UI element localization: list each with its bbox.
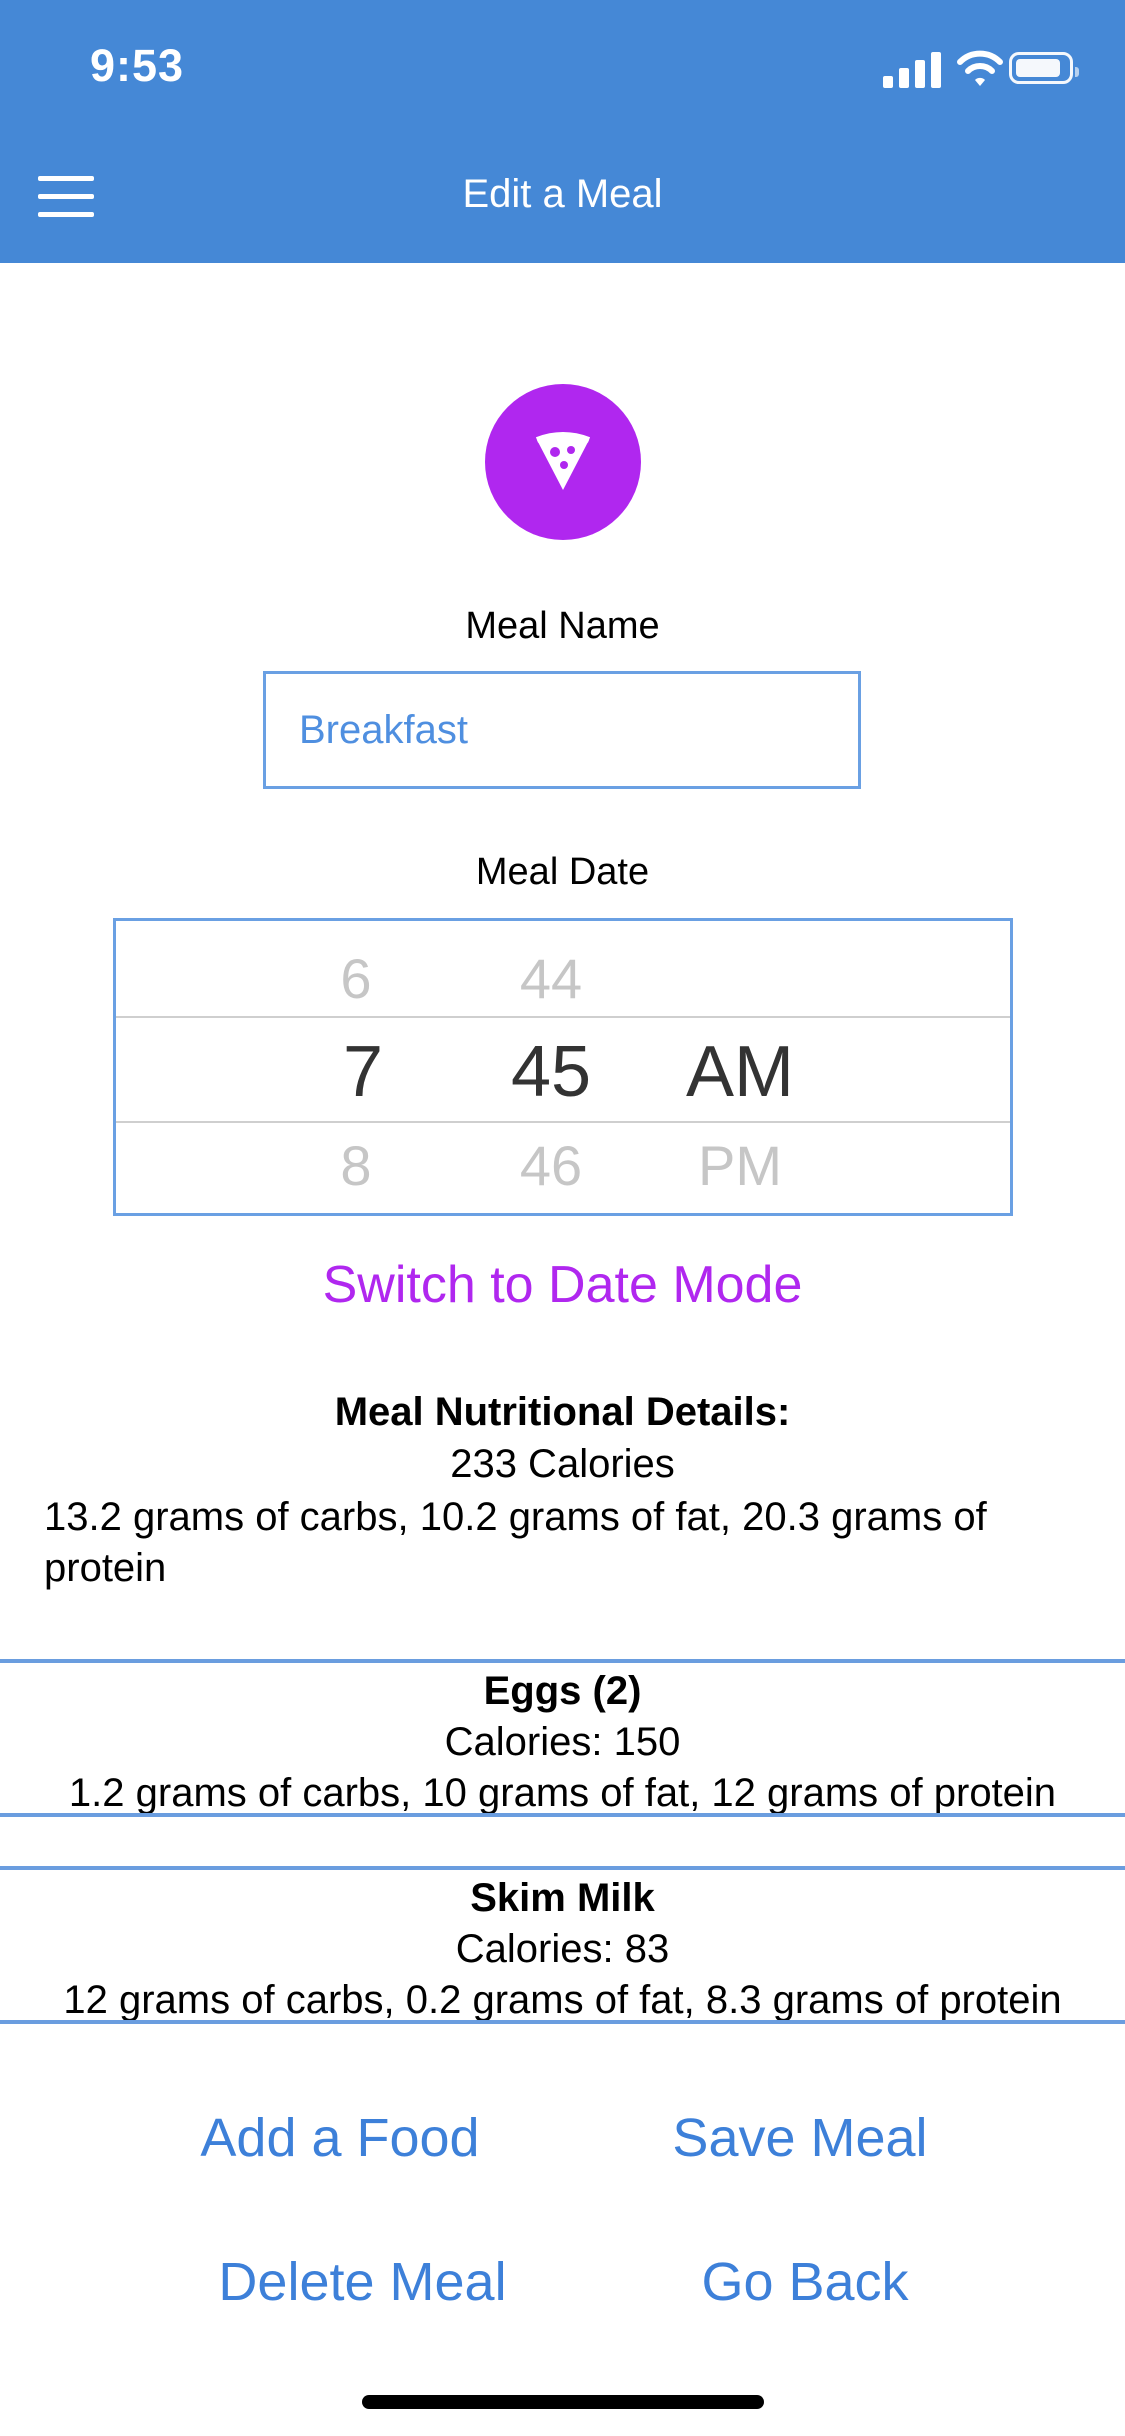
food-calories: Calories: 83 [455, 1927, 670, 1971]
nutrition-title: Meal Nutritional Details: [334, 1390, 791, 1434]
picker-hour-above[interactable]: 6 [276, 946, 436, 1011]
home-indicator [362, 2395, 764, 2409]
meal-date-label: Meal Date [475, 851, 650, 893]
nutrition-calories: 233 Calories [450, 1442, 675, 1486]
page-title: Edit a Meal [462, 172, 663, 216]
signal-icon [883, 50, 941, 88]
picker-hour-below[interactable]: 8 [276, 1133, 436, 1198]
go-back-button[interactable]: Go Back [680, 2251, 930, 2313]
food-name: Skim Milk [470, 1876, 655, 1920]
meal-avatar [485, 384, 641, 540]
wifi-icon [957, 50, 1003, 86]
picker-minute-below[interactable]: 46 [471, 1133, 631, 1198]
picker-minute-selected[interactable]: 45 [471, 1031, 631, 1113]
food-macros: 1.2 grams of carbs, 10 grams of fat, 12 … [68, 1771, 1057, 1815]
status-time: 9:53 [90, 40, 185, 91]
picker-minute-above[interactable]: 44 [471, 946, 631, 1011]
time-picker[interactable]: 6 7 8 44 45 46 AM PM [113, 918, 1013, 1216]
divider [0, 1813, 1125, 1817]
picker-period-selected[interactable]: AM [660, 1031, 820, 1113]
food-item-card[interactable]: Skim Milk Calories: 83 12 grams of carbs… [0, 1866, 1125, 2024]
food-name: Eggs (2) [483, 1669, 642, 1713]
divider [0, 1659, 1125, 1663]
save-meal-button[interactable]: Save Meal [650, 2107, 950, 2169]
pizza-slice-icon [535, 432, 591, 490]
food-calories: Calories: 150 [444, 1720, 681, 1764]
picker-hour-selected[interactable]: 7 [283, 1031, 443, 1113]
nutrition-macros: 13.2 grams of carbs, 10.2 grams of fat, … [44, 1495, 987, 1590]
meal-name-input[interactable] [263, 671, 861, 789]
divider [0, 2020, 1125, 2024]
add-food-button[interactable]: Add a Food [190, 2107, 490, 2169]
meal-name-label: Meal Name [465, 605, 660, 647]
nav-header: 9:53 Edit a Meal [0, 0, 1125, 263]
switch-mode-button[interactable]: Switch to Date Mode [0, 1255, 1125, 1315]
battery-icon [1009, 52, 1079, 84]
food-macros: 12 grams of carbs, 0.2 grams of fat, 8.3… [63, 1978, 1062, 2022]
picker-period-below[interactable]: PM [660, 1133, 820, 1198]
food-item-card[interactable]: Eggs (2) Calories: 150 1.2 grams of carb… [0, 1659, 1125, 1817]
divider [0, 1866, 1125, 1870]
delete-meal-button[interactable]: Delete Meal [200, 2251, 525, 2313]
